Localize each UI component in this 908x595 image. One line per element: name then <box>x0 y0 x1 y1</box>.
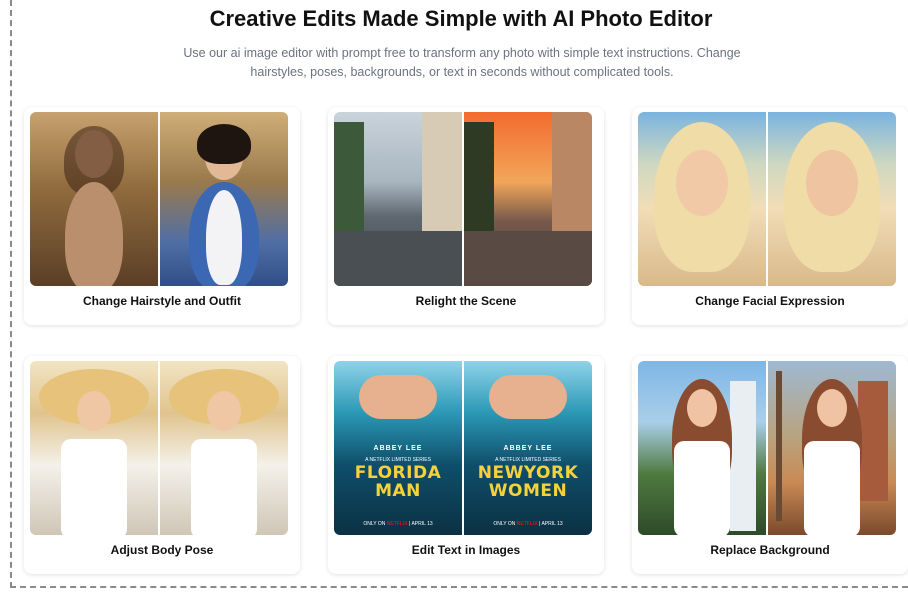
card-body-pose[interactable]: Adjust Body Pose <box>24 356 300 574</box>
before-after-images <box>638 361 896 535</box>
after-image <box>768 361 896 535</box>
card-relight-scene[interactable]: Relight the Scene <box>328 107 604 325</box>
before-after-images <box>638 112 896 286</box>
before-image <box>30 112 158 286</box>
card-label: Adjust Body Pose <box>110 543 214 557</box>
page-title: Creative Edits Made Simple with AI Photo… <box>209 6 713 31</box>
after-image <box>160 361 288 535</box>
poster-title-line-2: WOMEN <box>488 481 568 501</box>
card-replace-background[interactable]: Replace Background <box>632 356 908 574</box>
card-facial-expression[interactable]: Change Facial Expression <box>632 107 908 325</box>
poster-name: ABBEY LEE <box>373 445 423 452</box>
card-label: Edit Text in Images <box>411 543 521 557</box>
after-image <box>464 112 592 286</box>
after-image <box>768 112 896 286</box>
before-image <box>638 361 766 535</box>
card-hairstyle-outfit[interactable]: Change Hairstyle and Outfit <box>24 107 300 325</box>
before-after-images <box>30 361 288 535</box>
before-image <box>334 112 462 286</box>
card-edit-text[interactable]: ABBEY LEE A NETFLIX LIMITED SERIES FLORI… <box>328 356 604 574</box>
before-image <box>638 112 766 286</box>
card-label: Change Facial Expression <box>695 294 845 308</box>
before-after-images: ABBEY LEE A NETFLIX LIMITED SERIES FLORI… <box>334 361 592 535</box>
poster-name: ABBEY LEE <box>503 445 553 452</box>
poster-title-line-2: MAN <box>375 481 421 501</box>
card-label: Change Hairstyle and Outfit <box>82 294 242 308</box>
poster-footer: ONLY ON NETFLIX | APRIL 13 <box>493 521 563 527</box>
card-label: Replace Background <box>710 543 830 557</box>
after-image <box>160 112 288 286</box>
before-after-images <box>30 112 288 286</box>
poster-footer: ONLY ON NETFLIX | APRIL 13 <box>363 521 433 527</box>
before-image <box>30 361 158 535</box>
feature-section: Creative Edits Made Simple with AI Photo… <box>10 0 908 588</box>
poster-title-line-1: FLORIDA <box>354 463 442 483</box>
after-poster: ABBEY LEE A NETFLIX LIMITED SERIES NEWYO… <box>464 361 592 535</box>
before-after-images <box>334 112 592 286</box>
page-subtitle: Use our ai image editor with prompt free… <box>183 46 741 79</box>
before-poster: ABBEY LEE A NETFLIX LIMITED SERIES FLORI… <box>334 361 462 535</box>
card-label: Relight the Scene <box>415 294 517 308</box>
poster-title-line-1: NEWYORK <box>477 463 579 483</box>
